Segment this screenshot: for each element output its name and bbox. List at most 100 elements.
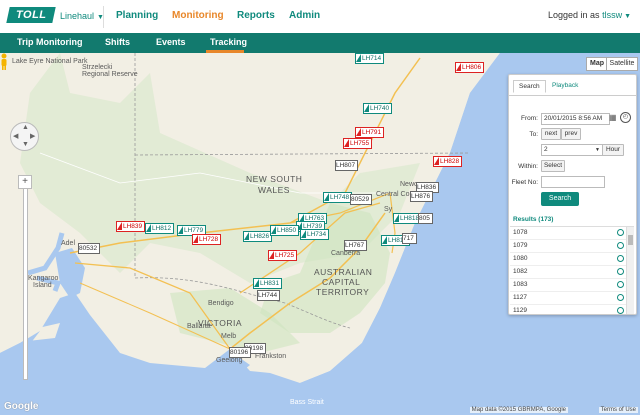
map-label-ballarat: Ballarat [187, 323, 211, 330]
vehicle-marker[interactable]: LH725 [268, 250, 298, 261]
chevron-down-icon[interactable]: ▼ [624, 13, 631, 20]
street-view-pegman-icon[interactable] [0, 53, 8, 70]
map-label-act: AUSTRALIAN [314, 267, 373, 277]
locate-icon[interactable] [617, 268, 624, 275]
nav-planning[interactable]: Planning [116, 10, 158, 21]
search-button[interactable]: Search [541, 192, 579, 206]
results-scrollbar[interactable] [626, 227, 634, 314]
vehicle-marker[interactable]: LH850 [270, 225, 300, 236]
vehicle-marker[interactable]: LH828 [433, 156, 463, 167]
calendar-icon[interactable]: ▦ [609, 113, 617, 122]
vehicle-marker[interactable]: LH812 [145, 223, 175, 234]
pan-left-icon[interactable]: ◀ [13, 132, 18, 140]
map-type-satellite-button[interactable]: Satellite [606, 57, 638, 71]
vehicle-marker[interactable]: LH748 [323, 192, 353, 203]
google-logo[interactable]: Google [4, 401, 38, 412]
locate-icon[interactable] [617, 294, 624, 301]
prev-button[interactable]: prev [561, 128, 581, 140]
tab-divider [509, 95, 636, 96]
map-label-geelong: Geelong [216, 357, 243, 364]
map-type-map-button[interactable]: Map [586, 57, 608, 71]
vehicle-marker[interactable]: LH744 [257, 290, 281, 301]
tab-tracking[interactable]: Tracking [210, 37, 247, 47]
divider [103, 6, 104, 28]
map-label-bass-strait: Bass Strait [290, 399, 324, 406]
list-item[interactable]: 1127 [510, 292, 634, 305]
terms-of-use-link[interactable]: Terms of Use [598, 407, 638, 413]
map-label-canberra: Canberra [331, 250, 361, 257]
map-label-central-coast: Central Co [376, 191, 410, 198]
vehicle-marker[interactable]: LH767 [344, 240, 368, 251]
login-prefix: Logged in as [548, 10, 600, 20]
fleet-no-input[interactable] [541, 176, 605, 188]
vehicle-marker[interactable]: LH791 [355, 127, 385, 138]
pan-down-icon[interactable]: ▼ [22, 141, 29, 148]
tab-events[interactable]: Events [156, 37, 186, 47]
locate-icon[interactable] [617, 255, 624, 262]
user-menu[interactable]: tlssw [602, 10, 622, 20]
hours-select[interactable]: 2 ▼ [541, 144, 603, 156]
vehicle-marker[interactable]: LH839 [116, 221, 146, 232]
vehicle-marker[interactable]: 80532 [78, 243, 101, 254]
scroll-thumb[interactable] [628, 235, 633, 245]
vehicle-marker[interactable]: LH734 [300, 229, 330, 240]
map-label-kangaroo-island: Island [33, 282, 52, 289]
vehicle-marker[interactable]: LH740 [363, 103, 393, 114]
results-list[interactable]: 1078 1079 1080 1082 1083 1127 1129 1132 [510, 226, 634, 314]
chevron-down-icon: ▼ [595, 147, 600, 153]
next-button[interactable]: next [541, 128, 561, 140]
tab-playback[interactable]: Playback [547, 80, 583, 91]
vehicle-marker[interactable]: LH876 [410, 191, 434, 202]
vehicle-marker[interactable]: LH728 [192, 234, 222, 245]
pan-control[interactable]: ▲ ◀ ▶ ▼ [10, 122, 39, 151]
zoom-slider[interactable] [23, 188, 28, 380]
hour-unit-button[interactable]: Hour [602, 144, 624, 156]
vehicle-marker[interactable]: LH826 [243, 231, 273, 242]
map-label-bendigo: Bendigo [208, 300, 234, 307]
list-item[interactable]: 1078 [510, 227, 634, 240]
vehicle-marker[interactable]: LH714 [355, 53, 385, 64]
map-label-kangaroo: Kangaroo [28, 275, 59, 282]
within-select-button[interactable]: Select [541, 160, 565, 172]
locate-icon[interactable] [617, 229, 624, 236]
tab-trip-monitoring[interactable]: Trip Monitoring [17, 37, 83, 47]
app-selector-dropdown[interactable]: Linehaul ▼ [60, 11, 104, 21]
map-label-nsw-2: WALES [258, 185, 290, 195]
pan-right-icon[interactable]: ▶ [30, 132, 35, 140]
nav-admin[interactable]: Admin [289, 10, 320, 21]
fleet-no-label: Fleet No: [511, 179, 538, 186]
nav-monitoring[interactable]: Monitoring [172, 10, 224, 21]
pan-up-icon[interactable]: ▲ [22, 124, 29, 131]
locate-icon[interactable] [617, 307, 624, 314]
tab-search[interactable]: Search [513, 80, 546, 93]
map-label-adelaide: Adel [61, 240, 76, 247]
map-label-strzelecki: Strzelecki [82, 64, 113, 71]
tab-shifts[interactable]: Shifts [105, 37, 130, 47]
list-item[interactable]: 1129 [510, 305, 634, 314]
nav-reports[interactable]: Reports [237, 10, 275, 21]
zoom-in-button[interactable]: + [18, 175, 32, 189]
locate-icon[interactable] [617, 242, 624, 249]
vehicle-marker[interactable]: LH831 [253, 278, 283, 289]
list-item[interactable]: 1082 [510, 266, 634, 279]
map-label-newcastle: Newc [400, 181, 418, 188]
vehicle-marker[interactable]: 80196 [229, 347, 252, 358]
login-status: Logged in as tlssw ▼ [548, 10, 631, 20]
vehicle-marker[interactable]: LH755 [343, 138, 373, 149]
map-attribution: Map data ©2015 GBRMPA, Google [469, 407, 568, 413]
vehicle-marker[interactable]: 717 [402, 233, 417, 244]
from-label: From: [521, 115, 538, 122]
vehicle-marker[interactable]: LH806 [455, 62, 485, 73]
map-label-lake-eyre: Lake Eyre National Park [12, 58, 88, 65]
vehicle-marker[interactable]: LH807 [335, 160, 359, 171]
list-item[interactable]: 1083 [510, 279, 634, 292]
toll-logo[interactable]: TOLL [6, 7, 56, 23]
clock-icon[interactable]: ◴ [620, 112, 631, 123]
from-date-input[interactable]: 20/01/2015 8:56 AM [541, 113, 610, 125]
vehicle-marker[interactable]: 80529 [350, 194, 373, 205]
list-item[interactable]: 1080 [510, 253, 634, 266]
locate-icon[interactable] [617, 281, 624, 288]
vehicle-marker[interactable]: 805 [418, 213, 433, 224]
list-item[interactable]: 1079 [510, 240, 634, 253]
to-label: To: [529, 131, 538, 138]
